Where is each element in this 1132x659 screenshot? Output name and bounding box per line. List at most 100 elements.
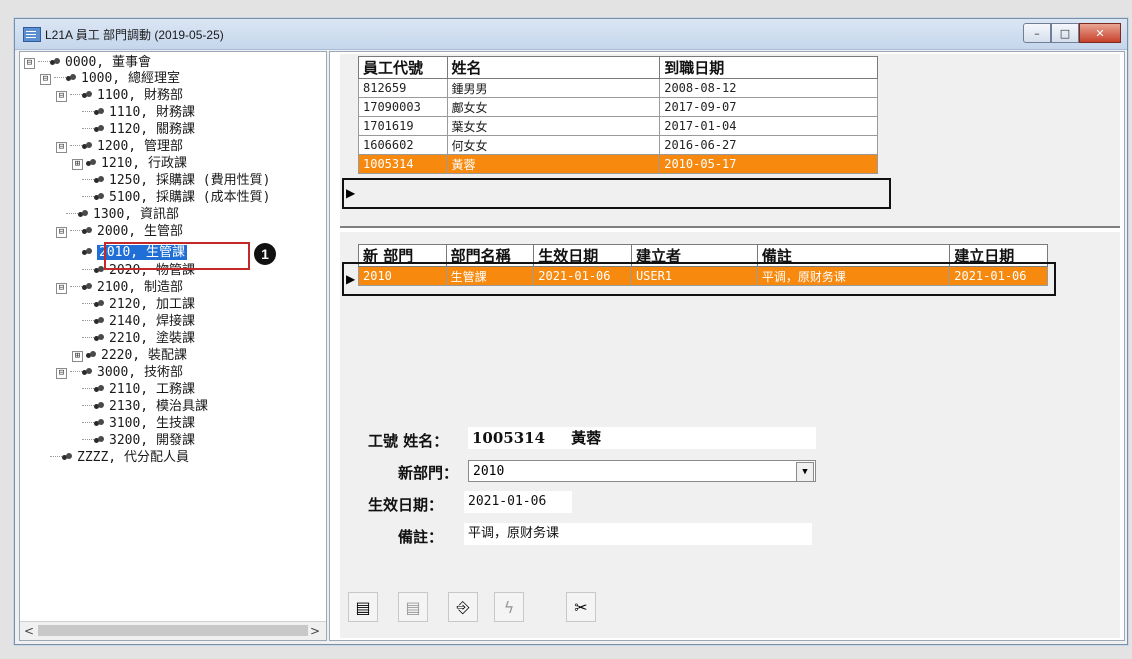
tree-node-1200[interactable]: ⊟ 1200, 管理部 [56, 139, 183, 155]
cell-emp-name[interactable]: 何女女 [446, 135, 661, 155]
collapse-icon[interactable]: ⊟ [56, 368, 67, 379]
app-icon [23, 27, 41, 42]
employee-table[interactable]: 員工代號 姓名 到職日期 812659 鍾男男 2008-08-12 1709000… [358, 56, 878, 174]
tree-node-1100[interactable]: ⊟ 1100, 財務部 [56, 88, 183, 104]
tree-node-1000[interactable]: ⊟ 1000, 總經理室 [40, 71, 180, 87]
tree-node-3000[interactable]: ⊟ 3000, 技術部 [56, 365, 183, 381]
department-icon [94, 192, 104, 202]
selected-table-row[interactable]: 1005314 黃蓉 2010-05-17 [358, 154, 878, 174]
exit-button[interactable]: ⎆ [448, 592, 478, 622]
tree-horizontal-scrollbar[interactable]: < > [20, 621, 326, 640]
department-icon [94, 401, 104, 411]
cell-emp-id[interactable]: 1005314 [358, 154, 448, 174]
expand-icon[interactable]: ⊞ [72, 159, 83, 170]
exit-icon: ⎆ [456, 597, 470, 616]
tree-node-2210[interactable]: 2210, 塗裝課 [82, 331, 195, 347]
tree-node-1120[interactable]: 1120, 關務課 [82, 122, 195, 138]
tree-node-1250[interactable]: 1250, 採購課 (費用性質) [82, 173, 270, 189]
new-dept-value: 2010 [473, 464, 505, 479]
tree-node-2140[interactable]: 2140, 焊接課 [82, 314, 195, 330]
annotation-badge: 1 [254, 243, 276, 265]
cell-hire-date[interactable]: 2017-09-07 [659, 97, 878, 117]
table-row[interactable]: 17090003 鄺女女 2017-09-07 [358, 97, 878, 117]
delete-record-icon: ▤ [405, 597, 421, 617]
tree-node-2100[interactable]: ⊟ 2100, 制造部 [56, 280, 183, 296]
tree-node-3100[interactable]: 3100, 生技課 [82, 416, 195, 432]
tree-node-zzzz[interactable]: ZZZZ, 代分配人員 [50, 450, 189, 466]
tree-node-2000[interactable]: ⊟ 2000, 生管部 [56, 224, 183, 240]
selected-department-icon [82, 247, 92, 257]
tree-node-1110[interactable]: 1110, 財務課 [82, 105, 195, 121]
expand-icon[interactable]: ⊞ [72, 351, 83, 362]
tree-node-0000[interactable]: ⊟ 0000, 董事會 [24, 55, 151, 71]
column-header[interactable]: 到職日期 [659, 56, 878, 79]
department-icon [78, 209, 88, 219]
department-icon [94, 384, 104, 394]
cell-emp-id[interactable]: 1606602 [358, 135, 448, 155]
column-header[interactable]: 員工代號 [358, 56, 448, 79]
tree-node-1300[interactable]: 1300, 資訊部 [66, 207, 179, 223]
cell-hire-date[interactable]: 2016-06-27 [659, 135, 878, 155]
department-icon [94, 175, 104, 185]
tree-node-3200[interactable]: 3200, 開發課 [82, 433, 195, 449]
tree-node-label: 2000, 生管部 [97, 224, 183, 239]
collapse-icon[interactable]: ⊟ [56, 91, 67, 102]
collapse-icon[interactable]: ⊟ [40, 74, 51, 85]
scrollbar-thumb[interactable] [38, 625, 308, 636]
cell-emp-name[interactable]: 葉女女 [446, 116, 661, 136]
process-button[interactable]: ϟ [494, 592, 524, 622]
tree-node-2220[interactable]: ⊞ 2220, 裝配課 [72, 348, 187, 364]
cell-hire-date[interactable]: 2017-01-04 [659, 116, 878, 136]
title-bar: L21A 員工 部門調動 (2019-05-25) – □ ✕ [15, 19, 1127, 50]
annotation-highlight-box [342, 262, 1056, 296]
department-icon [82, 282, 92, 292]
close-button[interactable]: ✕ [1079, 23, 1121, 43]
transfer-grid[interactable]: 新 部門 部門名稱 生效日期 建立者 備註 建立日期 2010 生管課 2021… [340, 232, 1120, 416]
collapse-icon[interactable]: ⊟ [56, 283, 67, 294]
department-tree[interactable]: ⊟ 0000, 董事會 ⊟ 1000, 總經理室 ⊟ 1100, 財務部 1110, … [19, 51, 327, 641]
tree-node-label: 1250, 採購課 (費用性質) [109, 173, 271, 188]
tree-node-label: 2130, 模治具課 [109, 399, 208, 414]
cut-button[interactable]: ✂ [566, 592, 596, 622]
effective-date-field[interactable]: 2021-01-06 [464, 491, 572, 513]
remark-label: 備註： [398, 528, 444, 546]
tree-node-5100[interactable]: 5100, 採購課 (成本性質) [82, 190, 270, 206]
cell-emp-id[interactable]: 17090003 [358, 97, 448, 117]
tree-node-2130[interactable]: 2130, 模治具課 [82, 399, 208, 415]
employee-id-field[interactable]: 1005314 黃蓉 [468, 427, 816, 449]
tree-node-label: 1000, 總經理室 [81, 71, 180, 86]
tree-node-1210[interactable]: ⊞ 1210, 行政課 [72, 156, 187, 172]
cell-emp-id[interactable]: 1701619 [358, 116, 448, 136]
column-header[interactable]: 姓名 [446, 56, 661, 79]
cell-hire-date[interactable]: 2010-05-17 [659, 154, 878, 174]
tree-node-2110[interactable]: 2110, 工務課 [82, 382, 195, 398]
cell-emp-name[interactable]: 黃蓉 [446, 154, 661, 174]
add-record-icon: ▤ [355, 597, 371, 617]
scroll-left-icon[interactable]: < [24, 624, 34, 638]
cell-emp-id[interactable]: 812659 [358, 78, 448, 98]
minimize-button[interactable]: – [1023, 23, 1051, 43]
tree-node-label: 2120, 加工課 [109, 297, 195, 312]
remark-field[interactable]: 平调，原财务课 [464, 523, 812, 545]
delete-record-button[interactable]: ▤ [398, 592, 428, 622]
add-record-button[interactable]: ▤ [348, 592, 378, 622]
chevron-down-icon[interactable]: ▼ [796, 462, 814, 482]
cell-emp-name[interactable]: 鍾男男 [446, 78, 661, 98]
employee-id-value: 1005314 [472, 429, 546, 447]
new-dept-select[interactable]: 2010 ▼ [468, 460, 816, 482]
cell-emp-name[interactable]: 鄺女女 [446, 97, 661, 117]
tree-node-label: 1100, 財務部 [97, 88, 183, 103]
table-row[interactable]: 1701619 葉女女 2017-01-04 [358, 116, 878, 136]
cell-hire-date[interactable]: 2008-08-12 [659, 78, 878, 98]
tree-node-2120[interactable]: 2120, 加工課 [82, 297, 195, 313]
employee-grid[interactable]: 員工代號 姓名 到職日期 812659 鍾男男 2008-08-12 1709000… [340, 54, 1120, 228]
collapse-icon[interactable]: ⊟ [56, 142, 67, 153]
collapse-icon[interactable]: ⊟ [24, 58, 35, 69]
department-icon [50, 57, 60, 67]
table-row[interactable]: 812659 鍾男男 2008-08-12 [358, 78, 878, 98]
scroll-right-icon[interactable]: > [310, 624, 320, 638]
maximize-button[interactable]: □ [1051, 23, 1079, 43]
collapse-icon[interactable]: ⊟ [56, 227, 67, 238]
tree-node-label: 1120, 關務課 [109, 122, 195, 137]
table-row[interactable]: 1606602 何女女 2016-06-27 [358, 135, 878, 155]
